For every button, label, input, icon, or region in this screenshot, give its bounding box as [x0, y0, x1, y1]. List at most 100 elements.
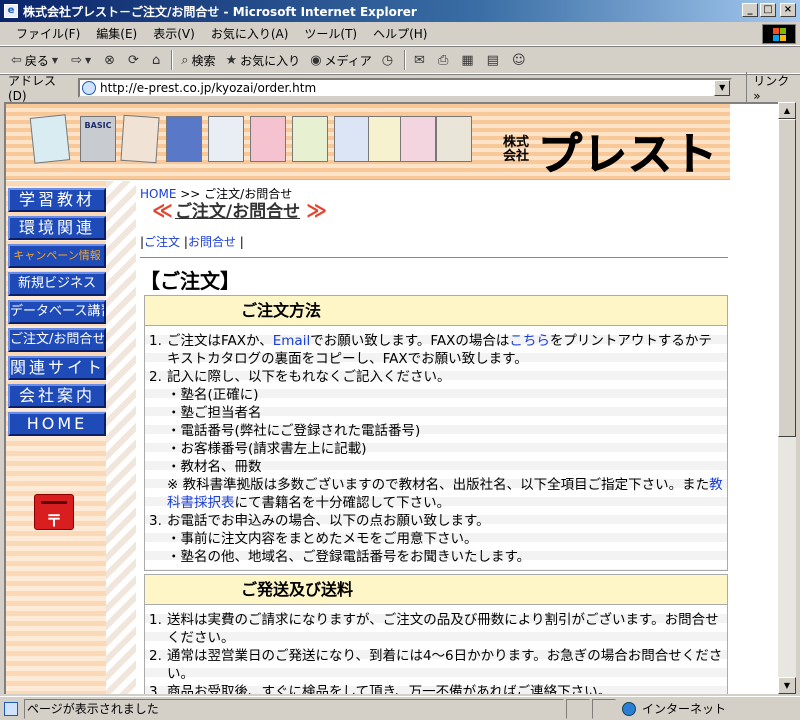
nav-company-info[interactable]: 会社案内: [8, 384, 106, 408]
refresh-button[interactable]: ⟳: [123, 49, 147, 71]
list-item: 1. ご注文はFAXか、Emailでお願い致します。FAXの場合はこちらをプリント…: [149, 332, 723, 368]
minimize-button[interactable]: _: [742, 3, 758, 17]
mailbox-slot: [41, 501, 67, 504]
address-input[interactable]: http://e-prest.co.jp/kyozai/order.htm ▼: [78, 77, 733, 98]
item-text: 送料は実費のご請求になりますが、ご注文の品及び冊数により割引がございます。お問合…: [167, 612, 719, 646]
nav-database-course[interactable]: データベース講習: [8, 300, 106, 324]
list-item: 1. 送料は実費のご請求になりますが、ご注文の品及び冊数により割引がございます。お…: [149, 611, 723, 647]
fax-form-link[interactable]: こちら: [509, 333, 550, 349]
status-cell: [566, 698, 590, 719]
media-label: メディア: [324, 53, 372, 68]
page-done-icon: [4, 701, 18, 716]
favorites-button[interactable]: ★ お気に入り: [221, 49, 306, 71]
search-button[interactable]: ⌕ 検索: [176, 49, 220, 71]
scroll-thumb[interactable]: [778, 119, 796, 437]
inquiry-link[interactable]: お問合せ: [188, 235, 236, 249]
logo-prest: プレスト: [538, 129, 718, 181]
print-icon: ⎙: [437, 52, 449, 68]
stop-button[interactable]: ⊗: [99, 49, 123, 71]
item-number: 3.: [149, 513, 162, 529]
mail-icon: ✉: [414, 52, 425, 68]
list-item: 3. 商品お受取後、すぐに検品をして頂き、万一不備があればご連絡下さい。: [149, 683, 723, 694]
menu-tools[interactable]: ツール(T): [296, 23, 365, 44]
home-button[interactable]: ⌂: [147, 49, 168, 71]
toolbar-separator: [171, 50, 174, 70]
toolbar-separator: [404, 50, 407, 70]
shipping-body: 1. 送料は実費のご請求になりますが、ご注文の品及び冊数により割引がございます。お…: [145, 605, 727, 694]
security-zone: インターネット: [616, 700, 746, 717]
menu-edit[interactable]: 編集(E): [88, 23, 145, 44]
links-button[interactable]: リンク »: [746, 72, 800, 103]
address-label: アドレス(D): [8, 74, 57, 103]
left-arrow-icon: ≪: [152, 197, 173, 222]
status-bar: ページが表示されました インターネット: [0, 696, 800, 720]
home-icon: ⌂: [151, 52, 161, 68]
nav-new-business[interactable]: 新規ビジネス: [8, 272, 106, 296]
email-link[interactable]: Email: [273, 333, 310, 349]
scroll-down-icon[interactable]: ▼: [778, 677, 796, 694]
order-link[interactable]: ご注文: [144, 235, 180, 249]
favorites-label: お気に入り: [240, 53, 301, 68]
messenger-icon: ☺: [511, 52, 526, 68]
nav-related-sites[interactable]: 関連サイト: [8, 356, 106, 380]
logo-kabushikigaisha: 株式会社: [502, 135, 529, 164]
sidebar-pattern: [106, 181, 136, 694]
close-button[interactable]: ×: [780, 3, 796, 17]
note-part: にて書籍名を十分確認して下さい。: [234, 495, 451, 511]
nav-environment[interactable]: 環境関連: [8, 216, 106, 240]
page-title: ≪ ご注文/お問合せ ≫: [152, 197, 327, 223]
mail-button[interactable]: ✉: [409, 49, 433, 71]
back-button[interactable]: ⇦ 戻る ▼: [6, 49, 66, 71]
page-title-text: ご注文/お問合せ: [174, 202, 301, 222]
address-dropdown-icon[interactable]: ▼: [714, 79, 731, 96]
shipping-header: ご発送及び送料: [145, 575, 727, 605]
globe-icon: [622, 701, 636, 716]
messenger-button[interactable]: ☺: [507, 49, 534, 71]
section-title: 【ご注文】: [140, 269, 240, 293]
book-cover-image: [208, 116, 244, 162]
window-controls: _ □ ×: [742, 3, 796, 17]
address-url: http://e-prest.co.jp/kyozai/order.htm: [100, 80, 317, 95]
print-button[interactable]: ⎙: [433, 49, 456, 71]
forward-button[interactable]: ⇨ ▼: [66, 49, 99, 71]
back-arrow-icon: ⇦: [11, 52, 22, 68]
menu-file[interactable]: ファイル(F): [8, 23, 88, 44]
order-method-body: 1. ご注文はFAXか、Emailでお願い致します。FAXの場合はこちらをプリント…: [145, 326, 727, 570]
item-number: 1.: [149, 333, 162, 349]
nav-learning-materials[interactable]: 学習教材: [8, 188, 106, 212]
menu-bar: ファイル(F) 編集(E) 表示(V) お気に入り(A) ツール(T) ヘルプ(…: [0, 22, 800, 46]
nav-order-inquiry[interactable]: ご注文/お問合せ: [8, 328, 106, 352]
item-text: 通常は翌営業日のご発送になり、到着には4～6日かかります。お急ぎの場合お問合せく…: [167, 648, 723, 682]
item-text: お電話でお申込みの場合、以下の点お願い致します。: [167, 513, 490, 529]
history-button[interactable]: ◷: [377, 49, 401, 71]
sub-item: ・塾名の他、地域名、ご登録電話番号をお聞きいたします。: [167, 549, 531, 565]
site-banner: BASIC 株式会社 プレスト: [6, 104, 730, 181]
scroll-up-icon[interactable]: ▲: [778, 102, 796, 119]
favorites-icon: ★: [225, 52, 238, 68]
menu-help[interactable]: ヘルプ(H): [365, 23, 435, 44]
media-button[interactable]: ◉ メディア: [305, 49, 377, 71]
mailbox-icon: 〒: [34, 494, 74, 530]
book-cover-image: [400, 116, 436, 162]
search-icon: ⌕: [181, 52, 189, 68]
title-bar: e 株式会社プレスト－ご注文/お問合せ - Microsoft Internet…: [0, 0, 800, 22]
vertical-scrollbar[interactable]: ▲ ▼: [778, 102, 796, 694]
menu-favorites[interactable]: お気に入り(A): [203, 23, 297, 44]
chevron-right-icon: »: [753, 89, 761, 103]
nav-home[interactable]: HOME: [8, 412, 106, 436]
status-cell: [592, 698, 616, 719]
toolbar: ⇦ 戻る ▼ ⇨ ▼ ⊗ ⟳ ⌂ ⌕ 検索 ★ お気に入り ◉ メディア ◷ ✉ ⎙ ▦ ▤…: [0, 46, 800, 74]
list-item: 2. 記入に際し、以下をもれなくご記入ください。 ・塾名(正確に) ・塾ご担当者名…: [149, 368, 723, 512]
item-text: 商品お受取後、すぐに検品をして頂き、万一不備があればご連絡下さい。: [167, 684, 612, 694]
edit-button[interactable]: ▦: [456, 49, 481, 71]
list-item: 2. 通常は翌営業日のご発送になり、到着には4～6日かかります。お急ぎの場合お問合…: [149, 647, 723, 683]
maximize-button[interactable]: □: [760, 3, 776, 17]
discuss-button[interactable]: ▤: [482, 49, 507, 71]
section-links: |ご注文 |お問合せ |: [140, 233, 244, 250]
order-method-header: ご注文方法: [145, 296, 727, 326]
menu-view[interactable]: 表示(V): [145, 23, 203, 44]
book-cover-image: [436, 116, 472, 162]
note-text: ※ 教科書準拠版は多数ございますので教材名、出版社名、以下全項目ご指定下さい。ま…: [167, 476, 723, 512]
book-cover-image: [368, 116, 404, 162]
nav-campaign[interactable]: キャンペーン情報: [8, 244, 106, 268]
